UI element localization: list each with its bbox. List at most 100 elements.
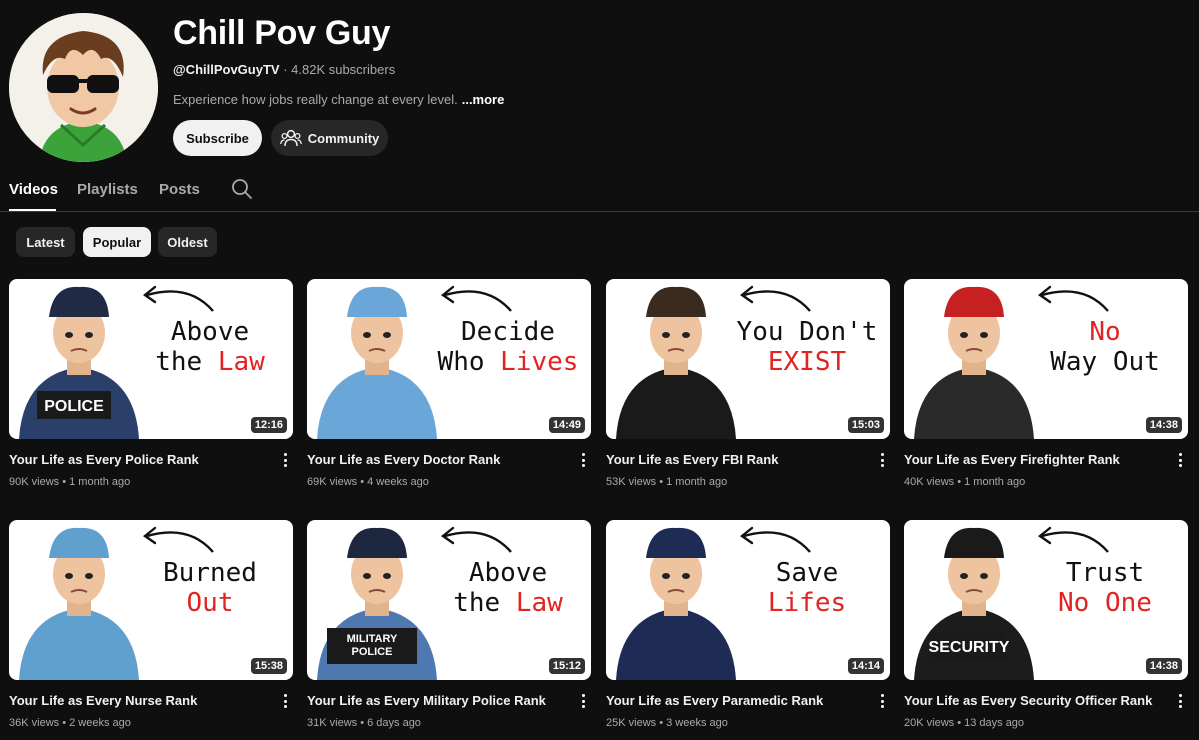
tab-videos[interactable]: Videos	[9, 181, 58, 198]
thumbnail-caption-line1: Trust	[1065, 558, 1145, 588]
view-count: 69K views	[307, 476, 358, 488]
thumbnail-badge-text: SECURITY	[929, 639, 1010, 656]
thumbnail-caption-line1: Above	[468, 558, 548, 588]
description-text: Experience how jobs really change at eve…	[173, 92, 458, 107]
more-options-icon[interactable]	[279, 451, 291, 469]
chip-oldest[interactable]: Oldest	[158, 227, 217, 257]
video-thumbnail[interactable]: No Way Out 14:38	[904, 279, 1188, 439]
tab-playlists[interactable]: Playlists	[77, 181, 138, 198]
thumbnail-character: MILITARYPOLICE	[317, 527, 437, 680]
upload-age: 1 month ago	[69, 476, 131, 488]
thumbnail-caption: Above the Law	[433, 558, 583, 618]
video-thumbnail[interactable]: POLICE Above the Law 12:16	[9, 279, 293, 439]
view-count: 25K views	[606, 717, 657, 729]
more-options-icon[interactable]	[1174, 451, 1186, 469]
community-label: Community	[307, 130, 380, 146]
chip-popular[interactable]: Popular	[83, 227, 151, 257]
video-title[interactable]: Your Life as Every Security Officer Rank	[904, 693, 1152, 708]
video-title[interactable]: Your Life as Every FBI Rank	[606, 452, 778, 467]
video-thumbnail[interactable]: SECURITY Trust No One 14:38	[904, 520, 1188, 680]
video-title[interactable]: Your Life as Every Nurse Rank	[9, 693, 197, 708]
video-card[interactable]: MILITARY POLICE Above the Law 15:12 Your …	[307, 520, 591, 730]
video-card[interactable]: You Don't EXIST 15:03 Your Life as Every…	[606, 279, 890, 489]
video-title[interactable]: Your Life as Every Doctor Rank	[307, 452, 500, 467]
video-duration: 14:38	[1145, 417, 1182, 433]
more-options-icon[interactable]	[876, 451, 888, 469]
thumbnail-caption-line1: Decide	[461, 317, 555, 347]
video-meta: 40K views • 1 month ago	[904, 476, 1026, 488]
arrow-doodle-icon	[1037, 285, 1109, 312]
view-count: 36K views	[9, 717, 60, 729]
avatar-illustration	[9, 13, 158, 162]
video-meta: 90K views • 1 month ago	[9, 476, 131, 488]
video-thumbnail[interactable]: MILITARY POLICE Above the Law 15:12	[307, 520, 591, 680]
thumbnail-caption: Save Lifes	[732, 558, 882, 618]
thumbnail-character	[616, 527, 736, 680]
thumbnail-caption-line1: Save	[775, 558, 839, 588]
thumbnail-caption-line2: Out	[186, 588, 234, 618]
thumbnail-badge-text: MILITARY	[347, 633, 398, 645]
video-thumbnail[interactable]: Decide Who Lives 14:49	[307, 279, 591, 439]
video-duration: 15:38	[250, 658, 287, 674]
video-duration: 14:49	[548, 417, 585, 433]
more-options-icon[interactable]	[1174, 692, 1186, 710]
more-link[interactable]: ...more	[462, 92, 505, 107]
channel-meta: @ChillPovGuyTV · 4.82K subscribers	[173, 62, 395, 77]
more-options-icon[interactable]	[577, 692, 589, 710]
video-thumbnail[interactable]: Save Lifes 14:14	[606, 520, 890, 680]
video-title[interactable]: Your Life as Every Military Police Rank	[307, 693, 546, 708]
upload-age: 13 days ago	[964, 717, 1025, 729]
video-title[interactable]: Your Life as Every Police Rank	[9, 452, 199, 467]
thumbnail-caption-line2: Who Lives	[437, 347, 579, 377]
channel-description[interactable]: Experience how jobs really change at eve…	[173, 92, 504, 107]
view-count: 53K views	[606, 476, 657, 488]
video-card[interactable]: Burned Out 15:38 Your Life as Every Nurs…	[9, 520, 293, 730]
more-options-icon[interactable]	[876, 692, 888, 710]
arrow-doodle-icon	[142, 285, 214, 312]
meta-separator: ·	[279, 62, 292, 77]
more-options-icon[interactable]	[279, 692, 291, 710]
upload-age: 3 weeks ago	[666, 717, 728, 729]
thumbnail-badge-text: POLICE	[44, 398, 104, 415]
upload-age: 4 weeks ago	[367, 476, 429, 488]
video-card[interactable]: POLICE Above the Law 12:16 Your Life as …	[9, 279, 293, 489]
view-count: 31K views	[307, 717, 358, 729]
video-title[interactable]: Your Life as Every Paramedic Rank	[606, 693, 823, 708]
arrow-doodle-icon	[440, 285, 512, 312]
video-card[interactable]: Decide Who Lives 14:49 Your Life as Ever…	[307, 279, 591, 489]
channel-avatar[interactable]	[9, 13, 158, 162]
thumbnail-caption-line1: Burned	[163, 558, 257, 588]
video-card[interactable]: No Way Out 14:38 Your Life as Every Fire…	[904, 279, 1188, 489]
thumbnail-caption: Decide Who Lives	[433, 317, 583, 377]
thumbnail-caption: You Don't EXIST	[732, 317, 882, 377]
thumbnail-caption-line2: EXIST	[767, 347, 847, 377]
video-meta: 69K views • 4 weeks ago	[307, 476, 429, 488]
arrow-doodle-icon	[440, 526, 512, 553]
search-icon[interactable]	[231, 178, 253, 200]
thumbnail-caption-line2: Way Out	[1050, 347, 1160, 377]
thumbnail-caption-line1: You Don't	[736, 317, 878, 347]
tab-posts[interactable]: Posts	[159, 181, 200, 198]
active-tab-indicator	[9, 209, 56, 211]
thumbnail-character	[616, 286, 736, 439]
thumbnail-caption-line1: Above	[170, 317, 250, 347]
video-card[interactable]: SECURITY Trust No One 14:38 Your Life as…	[904, 520, 1188, 730]
chip-latest[interactable]: Latest	[16, 227, 75, 257]
channel-handle[interactable]: @ChillPovGuyTV	[173, 62, 280, 77]
video-thumbnail[interactable]: Burned Out 15:38	[9, 520, 293, 680]
video-thumbnail[interactable]: You Don't EXIST 15:03	[606, 279, 890, 439]
video-title[interactable]: Your Life as Every Firefighter Rank	[904, 452, 1120, 467]
video-meta: 20K views • 13 days ago	[904, 717, 1025, 729]
community-icon	[279, 129, 302, 147]
view-count: 20K views	[904, 717, 955, 729]
upload-age: 1 month ago	[964, 476, 1026, 488]
video-duration: 14:14	[847, 658, 884, 674]
video-duration: 14:38	[1145, 658, 1182, 674]
video-card[interactable]: Save Lifes 14:14 Your Life as Every Para…	[606, 520, 890, 730]
thumbnail-caption-line2: No One	[1058, 588, 1152, 618]
community-button[interactable]: Community	[271, 120, 388, 156]
video-meta: 25K views • 3 weeks ago	[606, 717, 728, 729]
more-options-icon[interactable]	[577, 451, 589, 469]
thumbnail-caption: No Way Out	[1030, 317, 1180, 377]
subscribe-button[interactable]: Subscribe	[173, 120, 262, 156]
